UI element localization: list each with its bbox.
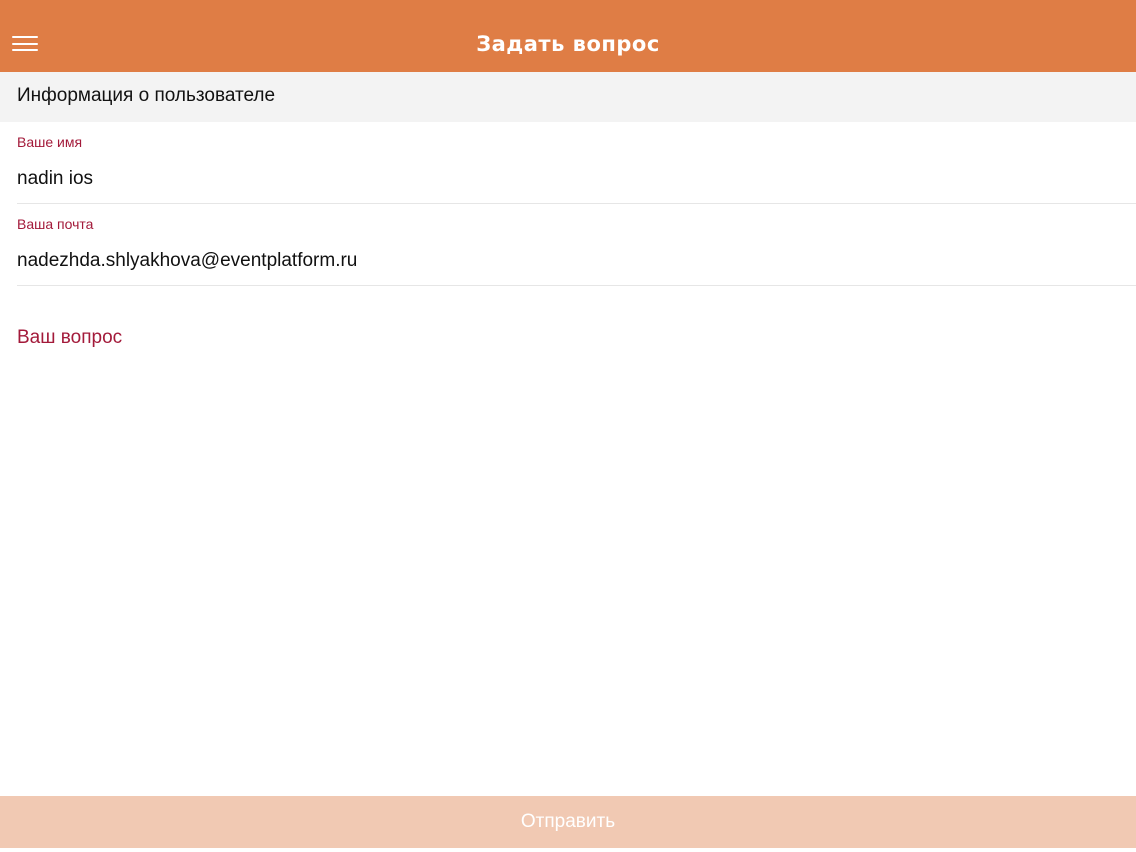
ask-question-screen: Задать вопрос Информация о пользователе … — [0, 0, 1136, 852]
page-title: Задать вопрос — [476, 32, 660, 56]
question-textarea[interactable] — [17, 360, 1117, 780]
name-field-divider — [17, 203, 1136, 204]
name-field[interactable] — [17, 168, 1117, 190]
user-info-section-title: Информация о пользователе — [17, 85, 276, 106]
submit-button[interactable]: Отправить — [0, 796, 1136, 848]
email-field[interactable] — [17, 250, 1117, 272]
question-label: Ваш вопрос — [17, 327, 123, 348]
name-field-label: Ваше имя — [17, 134, 83, 150]
email-field-divider — [17, 285, 1136, 286]
user-info-section-header: Информация о пользователе — [0, 72, 1136, 122]
top-bar: Задать вопрос — [0, 0, 1136, 72]
email-field-label: Ваша почта — [17, 216, 94, 232]
